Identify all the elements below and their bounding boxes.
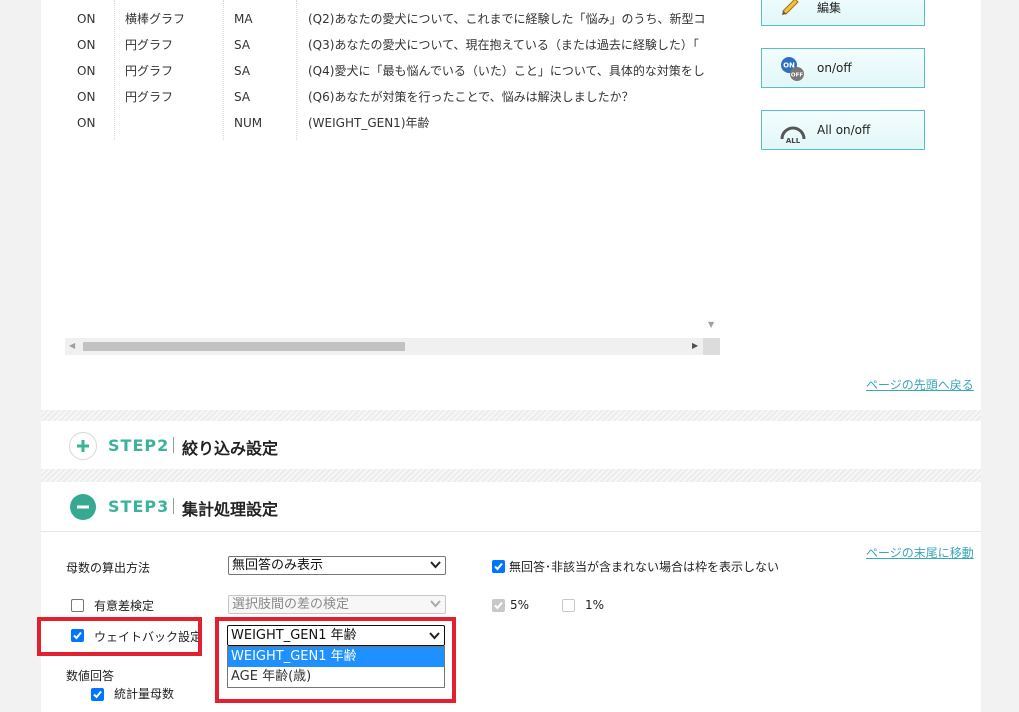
stats-base-checkbox[interactable] (91, 688, 104, 701)
off-icon-text: OFF (791, 73, 803, 79)
scroll-down-icon[interactable]: ▼ (708, 320, 714, 329)
hide-frame-checkbox[interactable] (492, 560, 505, 573)
divider (41, 469, 981, 482)
highlight-box (37, 617, 202, 656)
all-icon-text: ALL (786, 137, 801, 145)
row-question: (Q4)愛犬に「最も悩んでいる（いた）こと」について、具体的な対策をし (308, 64, 705, 78)
row-graph: 円グラフ (125, 64, 174, 78)
all-icon: ALL (780, 126, 806, 145)
all-onoff-label: All on/off (817, 123, 871, 137)
edit-button[interactable]: 編集 (761, 0, 925, 26)
vertical-scrollbar[interactable]: ▼ (705, 0, 720, 337)
row-question: (Q6)あなたが対策を行ったことで、悩みは解決しましたか？ (308, 90, 634, 104)
stats-base-label: 統計量母数 (114, 687, 175, 701)
row-status: ON (77, 116, 96, 130)
row-type: NUM (234, 116, 263, 130)
expand-icon[interactable] (69, 432, 97, 460)
row-status: ON (77, 64, 96, 78)
row-question: (WEIGHT_GEN1)年齢 (308, 116, 430, 130)
step2-label: STEP2 (108, 436, 170, 455)
on-off-icon: ON OFF (781, 57, 804, 81)
significance-value: 選択肢間の差の検定 (232, 597, 350, 612)
table-row[interactable]: ON NUM (WEIGHT_GEN1)年齢 (65, 110, 705, 136)
row-status: ON (77, 12, 96, 26)
row-type: SA (234, 90, 251, 104)
row-type: MA (234, 12, 253, 26)
on-icon-text: ON (783, 62, 795, 70)
hide-frame-label: 無回答･非該当が含まれない場合は枠を表示しない (509, 560, 780, 574)
significance-label: 有意差検定 (94, 599, 155, 613)
significance-checkbox[interactable] (71, 599, 84, 612)
pencil-icon (782, 0, 799, 15)
onoff-button[interactable]: ON OFF on/off (761, 48, 925, 88)
base-calc-label: 母数の算出方法 (66, 561, 151, 575)
all-onoff-button[interactable]: ALL All on/off (761, 110, 925, 150)
row-question: (Q3)あなたの愛犬について、現在抱えている（または過去に経験した）「 (308, 38, 699, 52)
row-graph: 横棒グラフ (125, 12, 186, 26)
table-row[interactable]: ON 円グラフ SA (Q4)愛犬に「最も悩んでいる（いた）こと」について、具体… (65, 58, 705, 84)
divider (41, 410, 981, 421)
row-type: SA (234, 38, 251, 52)
numeric-answer-label: 数値回答 (66, 669, 115, 683)
row-status: ON (77, 38, 96, 52)
highlight-box (215, 617, 456, 703)
base-calc-select[interactable]: 無回答のみ表示 (228, 556, 446, 575)
horizontal-scrollbar[interactable]: ◀ ▶ (65, 338, 720, 355)
onoff-label: on/off (817, 61, 852, 75)
row-graph: 円グラフ (125, 38, 174, 52)
pct1-checkbox[interactable] (562, 599, 575, 612)
chevron-down-icon (430, 561, 441, 569)
significance-select[interactable]: 選択肢間の差の検定 (228, 595, 446, 614)
question-table: ON 横棒グラフ MA (Q2)あなたの愛犬について、これまでに経験した「悩み」… (65, 0, 720, 355)
step3-title[interactable]: 集計処理設定 (182, 496, 278, 520)
step2-title[interactable]: 絞り込み設定 (182, 435, 278, 459)
base-calc-value: 無回答のみ表示 (232, 558, 324, 573)
divider (41, 531, 981, 532)
step-separator (173, 437, 174, 453)
step-separator (173, 498, 174, 514)
back-to-top-link[interactable]: ページの先頭へ戻る (866, 376, 974, 393)
collapse-icon[interactable] (70, 494, 96, 520)
scroll-right-icon[interactable]: ▶ (692, 341, 698, 350)
chevron-down-icon (430, 600, 441, 608)
scrollbar-corner (703, 338, 720, 355)
step3-label: STEP3 (108, 497, 170, 516)
row-graph: 円グラフ (125, 90, 174, 104)
go-to-bottom-link[interactable]: ページの末尾に移動 (866, 544, 974, 561)
pct5-checkbox[interactable] (492, 599, 505, 612)
pct5-label: 5% (510, 598, 530, 612)
row-type: SA (234, 64, 251, 78)
table-row[interactable]: ON 円グラフ SA (Q3)あなたの愛犬について、現在抱えている（または過去に… (65, 32, 705, 58)
table-row[interactable]: ON 円グラフ SA (Q6)あなたが対策を行ったことで、悩みは解決しましたか？ (65, 84, 705, 110)
row-question: (Q2)あなたの愛犬について、これまでに経験した「悩み」のうち、新型コ (308, 12, 705, 26)
scroll-left-icon[interactable]: ◀ (69, 341, 75, 350)
row-status: ON (77, 90, 96, 104)
pct1-label: 1% (585, 598, 605, 612)
edit-label: 編集 (817, 1, 842, 15)
table-row[interactable]: ON 横棒グラフ MA (Q2)あなたの愛犬について、これまでに経験した「悩み」… (65, 6, 705, 32)
scrollbar-thumb[interactable] (83, 342, 405, 351)
